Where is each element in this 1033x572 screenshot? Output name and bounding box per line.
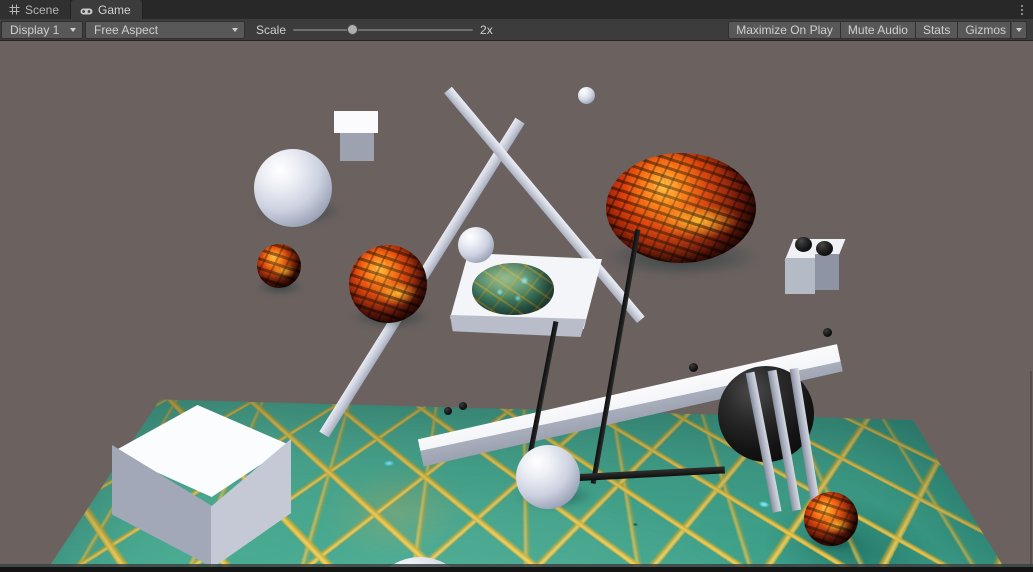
lava-texture-glow [804, 492, 858, 546]
lava-texture-glow [349, 245, 427, 323]
mute-audio-button[interactable]: Mute Audio [840, 20, 916, 39]
chevron-down-icon [70, 27, 76, 32]
display-dropdown-label: Display 1 [10, 22, 60, 37]
viewport-edge-scrollbar[interactable] [1030, 371, 1032, 571]
beam-dot-4 [823, 328, 832, 337]
white-sphere-on-platform [458, 227, 494, 263]
white-cube-small-horizon [334, 111, 378, 161]
tab-scene[interactable]: Scene [0, 0, 72, 19]
tab-scene-label: Scene [25, 2, 60, 17]
gizmos-dropdown-button[interactable] [1011, 20, 1027, 39]
maximize-on-play-button[interactable]: Maximize On Play [728, 20, 841, 39]
scale-slider-track [293, 28, 474, 31]
white-sphere-small-horizon [578, 87, 595, 104]
rendered-scene [0, 41, 1033, 572]
beam-dot-1 [444, 407, 452, 415]
chevron-down-icon [1016, 27, 1022, 32]
black-sphere-eye-right [816, 241, 833, 256]
lava-texture-glow [257, 244, 301, 288]
cube-front-face [340, 133, 374, 161]
scale-label: Scale [256, 22, 287, 37]
kebab-menu-icon[interactable] [1011, 0, 1033, 19]
viewport-bottom-strip [0, 567, 1033, 572]
gizmos-button[interactable]: Gizmos [958, 20, 1011, 39]
cube-top-face [334, 111, 378, 133]
black-sphere-eye-left [795, 237, 812, 252]
scale-slider-thumb[interactable] [346, 24, 358, 35]
gamepad-icon [80, 5, 93, 15]
game-viewport[interactable] [0, 41, 1033, 572]
lava-sphere-large-right [606, 153, 756, 263]
lava-sphere-medium-center [349, 245, 427, 323]
white-sphere-center-bottom [516, 445, 580, 509]
scale-slider[interactable] [293, 23, 474, 37]
chevron-down-icon [232, 27, 238, 32]
lava-sphere-small-left [257, 244, 301, 288]
aspect-ratio-label: Free Aspect [94, 22, 159, 37]
unity-game-view-window: Scene Game Display 1 Free Aspect Scale 2… [0, 0, 1033, 572]
toolbar-left-group: Display 1 Free Aspect Scale 2x [0, 19, 502, 40]
cube-left-face [785, 258, 815, 294]
tab-bar-filler [142, 0, 1011, 19]
lava-sphere-small-right [804, 492, 858, 546]
grid-icon [9, 4, 20, 15]
game-view-toolbar: Display 1 Free Aspect Scale 2x Maximize … [0, 19, 1033, 41]
display-dropdown[interactable]: Display 1 [1, 20, 83, 39]
green-dome-on-platform [472, 263, 554, 315]
white-cube-large-lower-left [112, 405, 291, 571]
stats-button[interactable]: Stats [915, 20, 959, 39]
tab-game-label: Game [98, 2, 131, 17]
tab-game[interactable]: Game [71, 0, 143, 19]
lava-texture-glow [606, 153, 756, 263]
cube-right-face [815, 254, 839, 290]
tab-bar: Scene Game [0, 0, 1033, 19]
beam-dot-3 [689, 363, 698, 372]
scale-control-group: Scale 2x [256, 21, 502, 39]
toolbar-right-group: Maximize On Play Mute Audio Stats Gizmos [728, 19, 1033, 40]
aspect-ratio-dropdown[interactable]: Free Aspect [85, 20, 245, 39]
white-sphere-upper-left [254, 149, 332, 227]
beam-dot-2 [459, 402, 467, 410]
scale-value: 2x [480, 22, 493, 37]
gray-cube-with-eyes-right [783, 237, 846, 301]
